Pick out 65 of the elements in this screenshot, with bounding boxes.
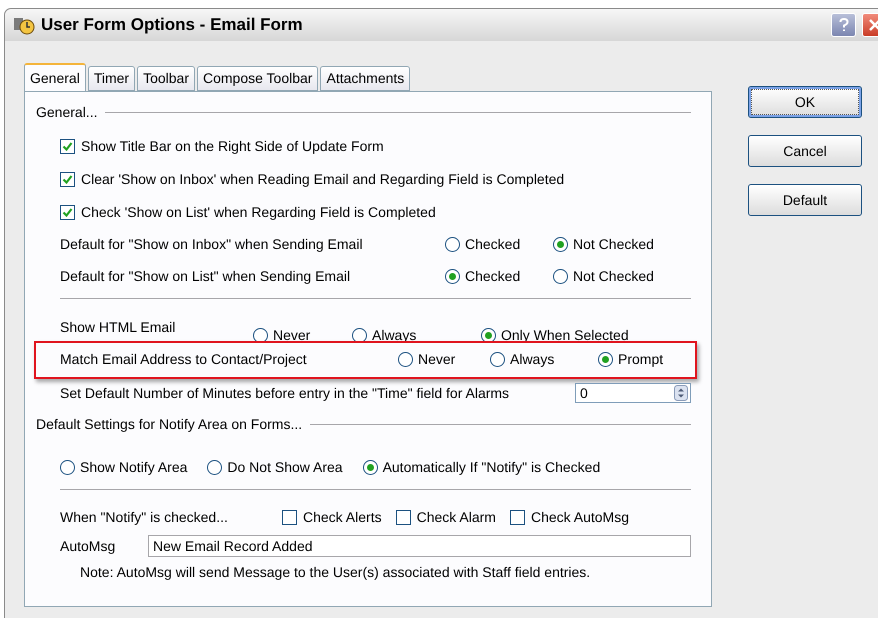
checkbox[interactable]: [60, 138, 75, 154]
automsg-label: AutoMsg: [60, 536, 116, 556]
radio-label[interactable]: Automatically If "Notify" is Checked: [382, 456, 600, 478]
checkmark-icon: [62, 206, 73, 218]
tab[interactable]: Toolbar: [137, 66, 195, 91]
radio-label[interactable]: Always: [372, 325, 416, 346]
help-icon: [838, 18, 848, 32]
checkmark-icon: [62, 140, 73, 152]
radio-label[interactable]: Checked: [465, 266, 520, 287]
group-heading: Default Settings for Notify Area on Forms...: [36, 415, 302, 434]
dialog-button[interactable]: Cancel: [748, 135, 862, 167]
radio-button[interactable]: [553, 269, 568, 284]
option-label: Default for "Show on List" when Sending Email: [60, 267, 352, 286]
radio-label[interactable]: Only When Selected: [501, 325, 629, 346]
radio-label[interactable]: Never: [273, 325, 310, 346]
radio-button[interactable]: [553, 237, 568, 252]
radio-button[interactable]: [398, 352, 413, 367]
radio-label[interactable]: Never: [418, 349, 456, 370]
checkbox[interactable]: [510, 510, 525, 524]
radio-button[interactable]: [490, 352, 505, 367]
notify-label: When "Notify" is checked...: [60, 508, 229, 527]
checkbox-label[interactable]: Check Alerts: [303, 506, 382, 528]
checkbox-label[interactable]: Show Title Bar on the Right Side of Update Form: [81, 136, 384, 156]
radio-button[interactable]: [207, 460, 222, 474]
close-icon: [868, 18, 878, 32]
radio-button[interactable]: [60, 460, 75, 474]
checkbox-label[interactable]: Check 'Show on List' when Regarding Field is Completed: [81, 202, 436, 222]
radio-label[interactable]: Do Not Show Area: [227, 456, 343, 478]
spinner-value: 0: [580, 384, 589, 402]
automsg-field[interactable]: New Email Record Added: [148, 535, 691, 557]
radio-button[interactable]: [445, 237, 460, 252]
group-heading: General...: [36, 103, 98, 122]
option-label: Default for "Show on Inbox" when Sending Email: [60, 235, 364, 254]
radio-label[interactable]: Always: [510, 349, 554, 370]
dialog-button[interactable]: Default: [748, 184, 862, 216]
radio-label[interactable]: Not Checked: [573, 266, 654, 287]
checkbox-label[interactable]: Check AutoMsg: [530, 506, 630, 528]
note-text: Note: AutoMsg will send Message to the User(s) associated with Staff field entries.: [80, 563, 592, 582]
window-title: User Form Options - Email Form: [41, 14, 303, 36]
radio-label[interactable]: Checked: [465, 234, 520, 255]
checkbox[interactable]: [396, 510, 411, 524]
tab[interactable]: Attachments: [320, 66, 410, 91]
checkbox[interactable]: [60, 172, 75, 186]
radio-button[interactable]: [445, 269, 460, 284]
option-label: Match Email Address to Contact/Project: [60, 350, 308, 369]
minutes-label: Set Default Number of Minutes before entry in the "Time" field for Alarms: [60, 384, 510, 403]
checkbox-label[interactable]: Check Alarm: [416, 506, 496, 528]
radio-button[interactable]: [598, 352, 613, 367]
checkmark-icon: [62, 174, 73, 184]
checkbox-label[interactable]: Clear 'Show on Inbox' when Reading Email and Regarding Field is Completed: [81, 168, 564, 190]
clock-icon: [13, 15, 35, 35]
minutes-spinner[interactable]: 0: [575, 383, 691, 403]
radio-label[interactable]: Prompt: [618, 349, 664, 370]
tab[interactable]: General: [24, 63, 86, 91]
spin-arrows-icon[interactable]: [674, 385, 688, 401]
checkbox[interactable]: [60, 204, 75, 220]
radio-label[interactable]: Show Notify Area: [80, 456, 188, 478]
dialog-button[interactable]: OK: [748, 86, 862, 118]
radio-label[interactable]: Not Checked: [573, 234, 654, 255]
option-label: Show HTML Email: [60, 318, 176, 337]
tab[interactable]: Timer: [88, 66, 136, 91]
help-button[interactable]: [831, 13, 856, 37]
tab[interactable]: Compose Toolbar: [197, 66, 318, 91]
radio-button[interactable]: [362, 460, 378, 474]
checkbox[interactable]: [282, 510, 297, 524]
